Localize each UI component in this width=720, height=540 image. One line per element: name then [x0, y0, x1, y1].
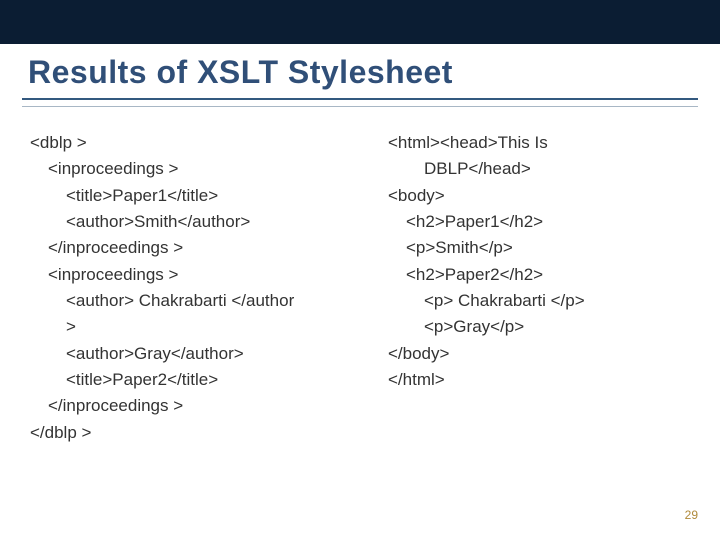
code-line: > [30, 314, 360, 340]
title-underline [22, 98, 698, 107]
code-line: <author>Gray</author> [30, 341, 360, 367]
code-line: <author> Chakrabarti </author [30, 288, 360, 314]
code-line: <inproceedings > [30, 262, 360, 288]
code-line: </body> [388, 341, 690, 367]
code-line: <h2>Paper2</h2> [388, 262, 690, 288]
code-line: <p>Gray</p> [388, 314, 690, 340]
code-line: DBLP</head> [388, 156, 690, 182]
code-line: <html><head>This Is [388, 130, 690, 156]
code-line: </inproceedings > [30, 393, 360, 419]
code-line: <author>Smith</author> [30, 209, 360, 235]
code-line: </html> [388, 367, 690, 393]
top-bar [0, 0, 720, 44]
code-line: </inproceedings > [30, 235, 360, 261]
code-line: </dblp > [30, 420, 360, 446]
code-line: <title>Paper1</title> [30, 183, 360, 209]
html-output-column: <html><head>This Is DBLP</head> <body> <… [388, 130, 690, 446]
code-line: <inproceedings > [30, 156, 360, 182]
page-number: 29 [685, 508, 698, 522]
content-columns: <dblp > <inproceedings > <title>Paper1</… [30, 130, 690, 446]
slide: Results of XSLT Stylesheet <dblp > <inpr… [0, 0, 720, 540]
code-line: <p>Smith</p> [388, 235, 690, 261]
xml-input-column: <dblp > <inproceedings > <title>Paper1</… [30, 130, 360, 446]
slide-title: Results of XSLT Stylesheet [28, 54, 453, 91]
code-line: <p> Chakrabarti </p> [388, 288, 690, 314]
code-line: <h2>Paper1</h2> [388, 209, 690, 235]
code-line: <title>Paper2</title> [30, 367, 360, 393]
code-line: <dblp > [30, 130, 360, 156]
code-line: <body> [388, 183, 690, 209]
